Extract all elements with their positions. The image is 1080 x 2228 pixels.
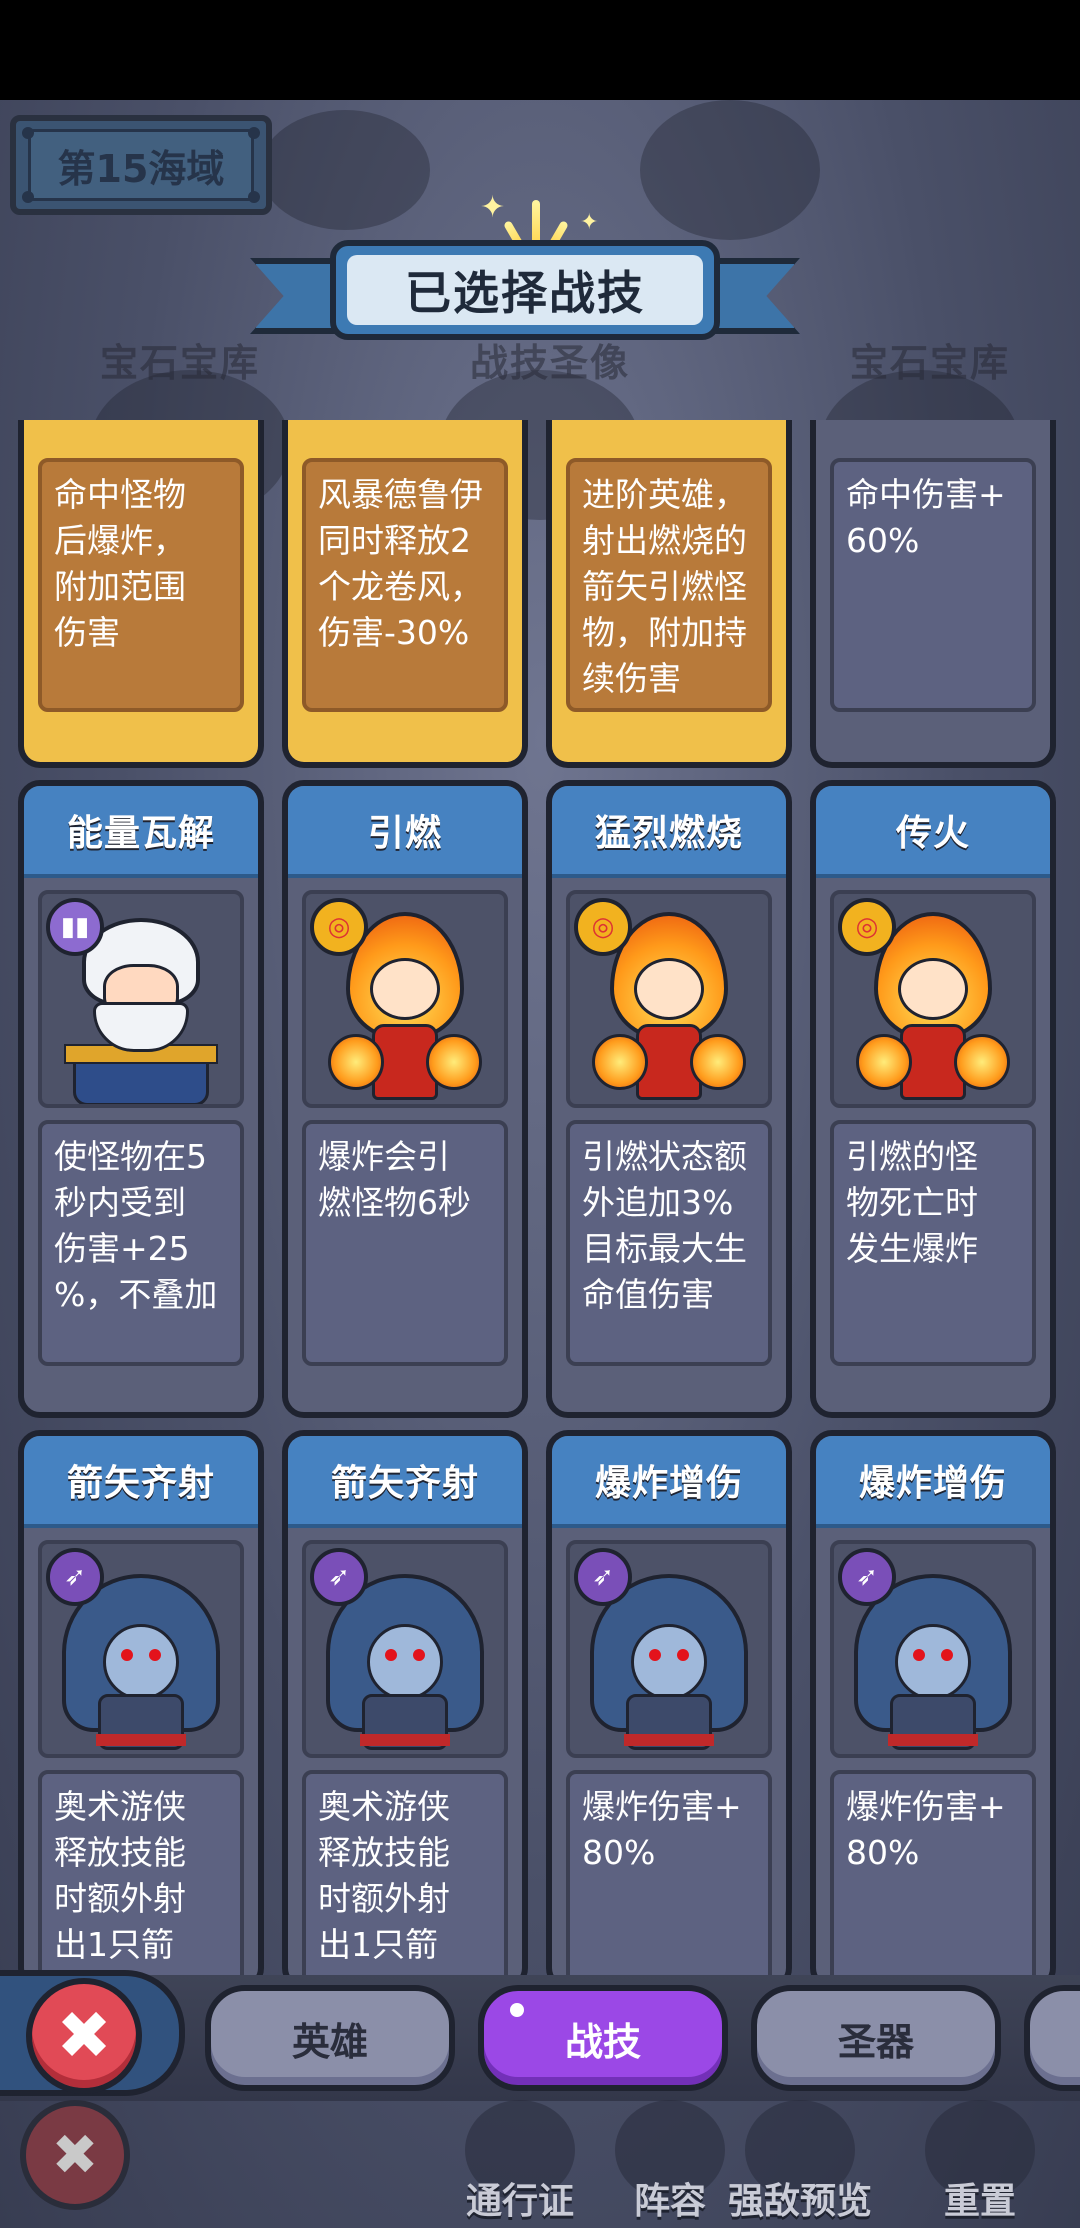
- arrow-volley-icon: ➶: [46, 1548, 104, 1606]
- skill-card[interactable]: 命中怪物 后爆炸， 附加范围 伤害: [18, 420, 264, 768]
- tab-hero[interactable]: 英雄: [205, 1985, 455, 2091]
- skill-description: 命中伤害+ 60%: [830, 458, 1036, 712]
- skill-description: 引燃状态额 外追加3% 目标最大生 命值伤害: [566, 1120, 772, 1366]
- arrow-volley-icon: ➶: [838, 1548, 896, 1606]
- skill-card[interactable]: 引燃 ◎ 爆炸会引 燃怪物6秒: [282, 780, 528, 1418]
- skill-card[interactable]: 风暴德鲁伊 同时释放2 个龙卷风， 伤害-30%: [282, 420, 528, 768]
- skill-description: 奥术游侠 释放技能 时额外射 出1只箭: [38, 1770, 244, 1984]
- skill-card[interactable]: 箭矢齐射 ➶ 奥术游侠 释放技能 时额外射 出1只箭: [282, 1430, 528, 1990]
- fire-spirit-portrait: ◎: [566, 890, 772, 1108]
- banner-title: 已选择战技: [347, 255, 703, 325]
- tab-skill[interactable]: 战技: [478, 1985, 728, 2091]
- skill-title: 引燃: [288, 786, 522, 878]
- skill-card[interactable]: 传火 ◎ 引燃的怪 物死亡时 发生爆炸: [810, 780, 1056, 1418]
- skill-title: 传火: [816, 786, 1050, 878]
- arcane-ranger-portrait: ➶: [38, 1540, 244, 1758]
- menu-pass: 通行证: [450, 2100, 590, 2228]
- skill-card[interactable]: 命中伤害+ 60%: [810, 420, 1056, 768]
- storm-druid-portrait: ▮▮: [38, 890, 244, 1108]
- skill-description: 爆炸会引 燃怪物6秒: [302, 1120, 508, 1366]
- sea-area-badge: 第15海域: [10, 115, 272, 215]
- sea-area-label: 第15海域: [28, 129, 254, 201]
- tab-more[interactable]: [1024, 1985, 1080, 2091]
- skill-description: 奥术游侠 释放技能 时额外射 出1只箭: [302, 1770, 508, 1984]
- arrow-volley-icon: ➶: [310, 1548, 368, 1606]
- skill-card[interactable]: 能量瓦解 ▮▮ 使怪物在5 秒内受到 伤害+25 %，不叠加: [18, 780, 264, 1418]
- menu-preview-label: 强敌预览: [727, 2181, 872, 2222]
- skill-card[interactable]: 猛烈燃烧 ◎ 引燃状态额 外追加3% 目标最大生 命值伤害: [546, 780, 792, 1418]
- arcane-ranger-portrait: ➶: [830, 1540, 1036, 1758]
- tab-artifact-label: 圣器: [837, 2019, 914, 2064]
- tab-artifact[interactable]: 圣器: [751, 1985, 1001, 2091]
- status-bar-area: [0, 0, 1080, 100]
- close-button[interactable]: ✖: [26, 1978, 142, 2094]
- bg-tower-right: [640, 100, 820, 240]
- skill-description: 引燃的怪 物死亡时 发生爆炸: [830, 1120, 1036, 1366]
- skill-description: 进阶英雄， 射出燃烧的 箭矢引燃怪 物，附加持 续伤害: [566, 458, 772, 712]
- selected-skills-banner: 已选择战技: [250, 230, 800, 360]
- fire-spirit-portrait: ◎: [302, 890, 508, 1108]
- skill-title: 箭矢齐射: [288, 1436, 522, 1528]
- fire-ring-icon: ◎: [574, 898, 632, 956]
- skill-card[interactable]: 爆炸增伤 ➶ 爆炸伤害+ 80%: [810, 1430, 1056, 1990]
- active-dot-icon: [510, 2003, 524, 2017]
- skill-description: 爆炸伤害+ 80%: [830, 1770, 1036, 1984]
- arcane-ranger-portrait: ➶: [566, 1540, 772, 1758]
- bg-tower-left: [260, 110, 430, 230]
- skill-card[interactable]: 爆炸增伤 ➶ 爆炸伤害+ 80%: [546, 1430, 792, 1990]
- tab-skill-label: 战技: [564, 2019, 641, 2064]
- skill-description: 使怪物在5 秒内受到 伤害+25 %，不叠加: [38, 1120, 244, 1366]
- skill-title: 箭矢齐射: [24, 1436, 258, 1528]
- skill-description: 风暴德鲁伊 同时释放2 个龙卷风， 伤害-30%: [302, 458, 508, 712]
- lower-close-icon: ✖: [20, 2100, 130, 2210]
- purple-crystal-icon: ▮▮: [46, 898, 104, 956]
- skill-title: 爆炸增伤: [552, 1436, 786, 1528]
- menu-reset: 重置: [910, 2100, 1050, 2228]
- fire-ring-icon: ◎: [838, 898, 896, 956]
- skill-card[interactable]: 箭矢齐射 ➶ 奥术游侠 释放技能 时额外射 出1只箭: [18, 1430, 264, 1990]
- arcane-ranger-portrait: ➶: [302, 1540, 508, 1758]
- menu-preview: 强敌预览: [700, 2100, 900, 2228]
- skill-card[interactable]: 进阶英雄， 射出燃烧的 箭矢引燃怪 物，附加持 续伤害: [546, 420, 792, 768]
- bg-label-vault-right: 宝石宝库: [850, 341, 1011, 385]
- bg-label-vault-left: 宝石宝库: [100, 341, 261, 385]
- skill-description: 命中怪物 后爆炸， 附加范围 伤害: [38, 458, 244, 712]
- skill-title: 猛烈燃烧: [552, 786, 786, 878]
- skill-title: 能量瓦解: [24, 786, 258, 878]
- skill-description: 爆炸伤害+ 80%: [566, 1770, 772, 1984]
- arrow-volley-icon: ➶: [574, 1548, 632, 1606]
- fire-spirit-portrait: ◎: [830, 890, 1036, 1108]
- menu-pass-label: 通行证: [465, 2181, 574, 2222]
- skill-title: 爆炸增伤: [816, 1436, 1050, 1528]
- close-icon: ✖: [56, 1997, 112, 2074]
- fire-ring-icon: ◎: [310, 898, 368, 956]
- tab-hero-label: 英雄: [291, 2019, 368, 2064]
- menu-reset-label: 重置: [943, 2181, 1016, 2222]
